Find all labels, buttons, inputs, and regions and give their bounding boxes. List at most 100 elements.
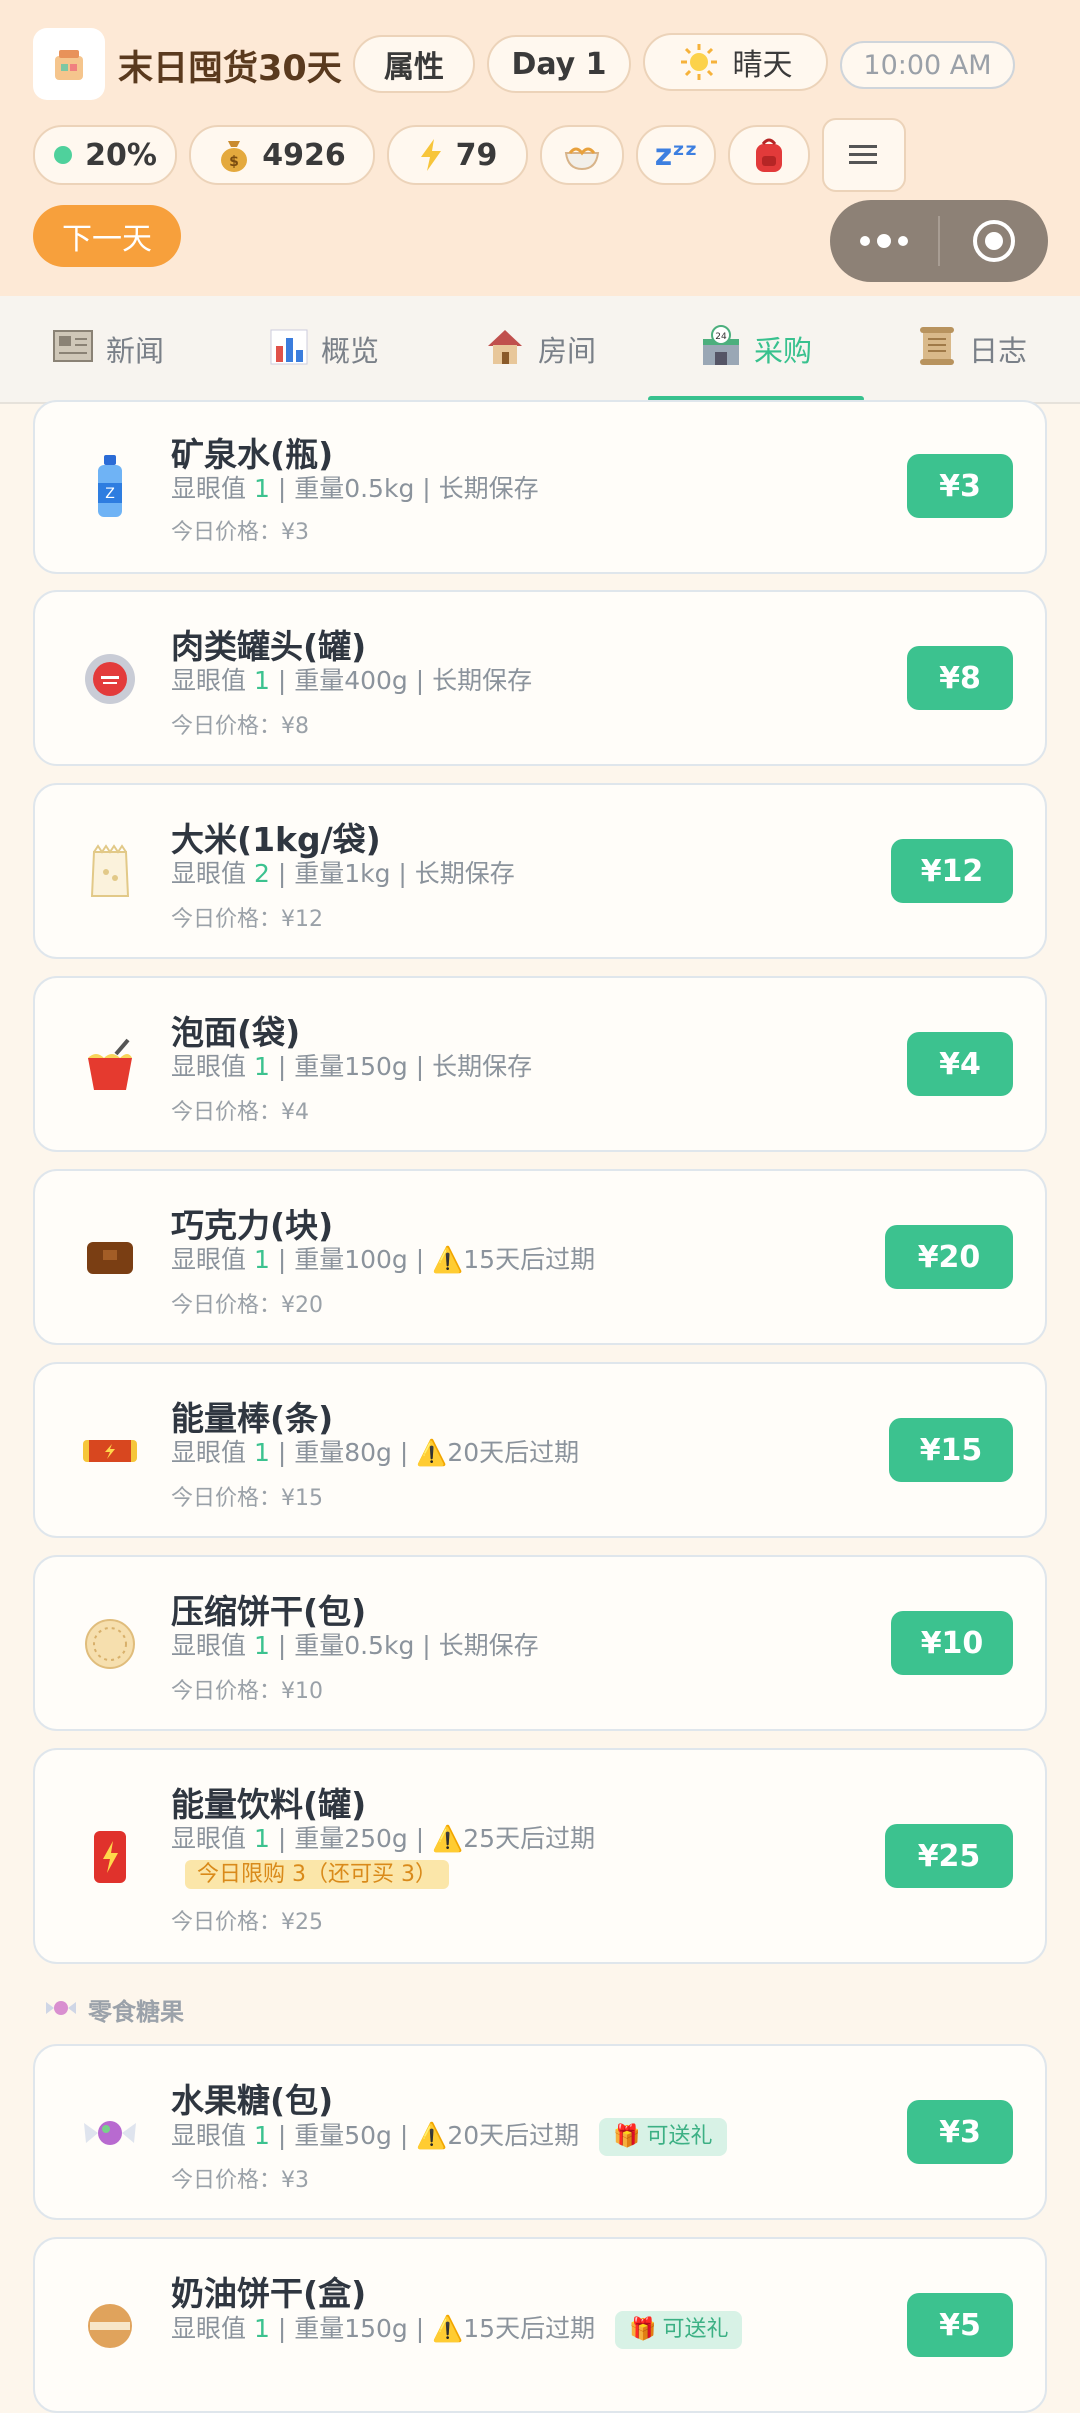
warning-icon: ⚠️ — [432, 1245, 464, 1274]
gift-icon: 🎁 — [613, 2124, 641, 2149]
buy-button[interactable]: ¥3 — [907, 454, 1013, 518]
backpack-icon — [752, 136, 786, 174]
tab-overview-label: 概览 — [320, 334, 379, 368]
item-meta: 显眼值 1 | 重量250g | ⚠️25天后过期 今日限购 3（还可买 3） — [171, 1824, 596, 1889]
money-bag-icon: $ — [218, 137, 250, 173]
item-price-line: 今日价格：¥25 — [171, 1910, 323, 1935]
tab-room-label: 房间 — [537, 334, 596, 368]
item-price-line: 今日价格：¥3 — [171, 520, 309, 545]
tab-bar: 新闻 概览 房间 24 采购 日志 — [0, 296, 1080, 404]
item-name: 能量饮料(罐) — [171, 1785, 367, 1824]
scroll-icon — [917, 325, 957, 374]
energy-value: 79 — [455, 137, 498, 173]
item-price-line: 今日价格：¥10 — [171, 1679, 323, 1704]
weather-badge: 晴天 — [643, 33, 828, 91]
tab-purchase[interactable]: 24 采购 — [648, 296, 864, 402]
list-item: 水果糖(包) 显眼值 1 | 重量50g | ⚠️20天后过期 🎁 可送礼 今日价… — [33, 2044, 1047, 2220]
cookie-icon — [75, 2291, 145, 2361]
warning-icon: ⚠️ — [416, 1438, 448, 1467]
newspaper-icon — [52, 327, 94, 372]
list-item: Z 矿泉水(瓶) 显眼值 1 | 重量0.5kg | 长期保存 今日价格：¥3 … — [33, 400, 1047, 574]
buy-button[interactable]: ¥3 — [907, 2100, 1013, 2164]
item-name: 水果糖(包) — [171, 2081, 334, 2120]
tab-log-label: 日志 — [968, 334, 1027, 368]
more-options-icon[interactable] — [830, 234, 938, 248]
warning-icon: ⚠️ — [432, 1824, 464, 1853]
house-icon — [484, 326, 526, 373]
menu-button[interactable] — [822, 118, 906, 192]
next-day-button[interactable]: 下一天 — [33, 205, 181, 267]
list-item: 肉类罐头(罐) 显眼值 1 | 重量400g | 长期保存 今日价格：¥8 ¥8 — [33, 590, 1047, 766]
item-meta: 显眼值 1 | 重量50g | ⚠️20天后过期 🎁 可送礼 — [171, 2118, 871, 2156]
item-name: 矿泉水(瓶) — [171, 435, 334, 474]
item-meta: 显眼值 1 | 重量150g | ⚠️15天后过期 🎁 可送礼 — [171, 2311, 871, 2349]
gift-icon: 🎁 — [629, 2317, 657, 2342]
item-meta: 显眼值 1 | 重量100g | ⚠️15天后过期 — [171, 1245, 596, 1274]
zzz-sleep-icon: zᶻᶻ — [654, 137, 698, 173]
item-price-line: 今日价格：¥4 — [171, 1100, 309, 1125]
buy-button[interactable]: ¥25 — [885, 1824, 1013, 1888]
buy-button[interactable]: ¥8 — [907, 646, 1013, 710]
list-item: 巧克力(块) 显眼值 1 | 重量100g | ⚠️15天后过期 今日价格：¥2… — [33, 1169, 1047, 1345]
item-name: 泡面(袋) — [171, 1013, 301, 1052]
buy-button[interactable]: ¥4 — [907, 1032, 1013, 1096]
money-stat[interactable]: $ 4926 — [189, 125, 375, 185]
gift-tag: 🎁 可送礼 — [615, 2311, 743, 2349]
item-meta: 显眼值 1 | 重量150g | 长期保存 — [171, 1052, 533, 1081]
mini-program-capsule — [830, 200, 1048, 282]
tab-log[interactable]: 日志 — [864, 296, 1080, 402]
warning-icon: ⚠️ — [416, 2121, 448, 2150]
health-stat[interactable]: 20% — [33, 125, 177, 185]
biscuit-icon — [75, 1609, 145, 1679]
green-dot-icon — [53, 145, 73, 165]
noodle-cup-icon — [75, 1030, 145, 1100]
tab-news[interactable]: 新闻 — [0, 296, 216, 402]
buy-button[interactable]: ¥12 — [891, 839, 1013, 903]
gift-tag: 🎁 可送礼 — [599, 2118, 727, 2156]
warning-icon: ⚠️ — [432, 2314, 464, 2343]
item-price-line: 今日价格：¥12 — [171, 907, 323, 932]
section-header-snacks: 零食糖果 — [44, 1992, 184, 2027]
item-price-line: 今日价格：¥8 — [171, 714, 309, 739]
item-name: 奶油饼干(盒) — [171, 2274, 367, 2313]
lightning-icon — [418, 137, 444, 173]
tab-overview[interactable]: 概览 — [216, 296, 432, 402]
purchase-limit-tag: 今日限购 3（还可买 3） — [185, 1860, 449, 1889]
item-price-line: 今日价格：¥15 — [171, 1486, 323, 1511]
money-value: 4926 — [262, 137, 346, 173]
top-bar: 末日囤货30天 属性 Day 1 晴天 10:00 AM 20% $ 4926 … — [0, 0, 1080, 296]
svg-text:24: 24 — [715, 332, 727, 342]
tab-news-label: 新闻 — [105, 334, 164, 368]
buy-button[interactable]: ¥10 — [891, 1611, 1013, 1675]
item-meta: 显眼值 1 | 重量80g | ⚠️20天后过期 — [171, 1438, 580, 1467]
noodle-bowl-icon — [562, 137, 602, 173]
attributes-button[interactable]: 属性 — [353, 35, 475, 93]
item-meta: 显眼值 1 | 重量400g | 长期保存 — [171, 666, 533, 695]
buy-button[interactable]: ¥15 — [889, 1418, 1013, 1482]
time-badge: 10:00 AM — [840, 41, 1015, 89]
store-24h-icon: 24 — [700, 324, 742, 374]
item-name: 肉类罐头(罐) — [171, 627, 367, 666]
buy-button[interactable]: ¥5 — [907, 2293, 1013, 2357]
section-title-label: 零食糖果 — [88, 1998, 184, 2026]
item-price-line: 今日价格：¥3 — [171, 2168, 309, 2193]
energy-drink-icon — [75, 1822, 145, 1892]
candy-icon — [75, 2098, 145, 2168]
list-item: 奶油饼干(盒) 显眼值 1 | 重量150g | ⚠️15天后过期 🎁 可送礼 ¥… — [33, 2237, 1047, 2413]
rice-bag-icon — [75, 837, 145, 907]
bar-chart-icon — [269, 326, 309, 373]
svg-text:Z: Z — [105, 486, 115, 502]
backpack-button[interactable] — [728, 125, 810, 185]
sleep-button[interactable]: zᶻᶻ — [636, 125, 716, 185]
item-meta: 显眼值 1 | 重量0.5kg | 长期保存 — [171, 1631, 539, 1660]
candy-small-icon — [44, 1996, 78, 2024]
item-name: 压缩饼干(包) — [171, 1592, 367, 1631]
buy-button[interactable]: ¥20 — [885, 1225, 1013, 1289]
item-name: 大米(1kg/袋) — [171, 820, 381, 859]
energy-stat[interactable]: 79 — [387, 125, 528, 185]
app-title: 末日囤货30天 — [118, 49, 342, 89]
close-target-icon[interactable] — [940, 218, 1048, 264]
food-button[interactable] — [540, 125, 624, 185]
tab-room[interactable]: 房间 — [432, 296, 648, 402]
list-item: 大米(1kg/袋) 显眼值 2 | 重量1kg | 长期保存 今日价格：¥12 … — [33, 783, 1047, 959]
